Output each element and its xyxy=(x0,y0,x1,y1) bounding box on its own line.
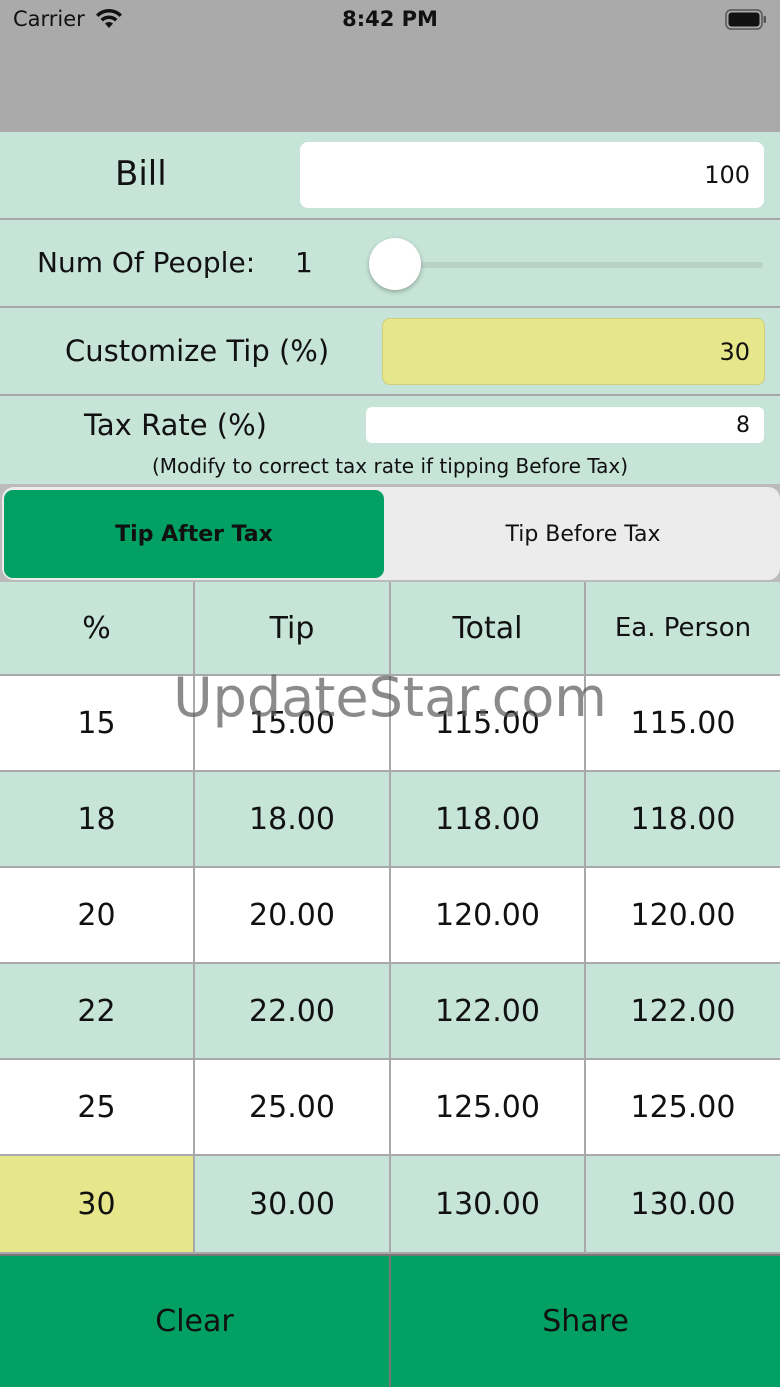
people-slider-track[interactable] xyxy=(395,262,763,268)
table-cell-each-person: 120.00 xyxy=(586,868,780,962)
table-cell-each-person: 115.00 xyxy=(586,676,780,770)
table-cell-percent[interactable]: 15 xyxy=(0,676,193,770)
bottom-toolbar: Clear Share xyxy=(0,1254,780,1387)
table-cell-total: 125.00 xyxy=(391,1060,584,1154)
table-cell-percent[interactable]: 25 xyxy=(0,1060,193,1154)
table-cell-tip: 15.00 xyxy=(195,676,389,770)
tax-note: (Modify to correct tax rate if tipping B… xyxy=(151,454,629,478)
table-cell-each-person: 130.00 xyxy=(586,1156,780,1252)
tip-table: % Tip Total Ea. Person 15 15.00 115.00 1… xyxy=(0,582,780,1254)
people-row: Num Of People: 1 xyxy=(0,220,780,308)
table-cell-each-person: 125.00 xyxy=(586,1060,780,1154)
table-cell-tip: 20.00 xyxy=(195,868,389,962)
table-cell-each-person: 118.00 xyxy=(586,772,780,866)
custom-tip-row: Customize Tip (%) xyxy=(0,308,780,396)
custom-tip-label: Customize Tip (%) xyxy=(65,334,330,368)
people-count: 1 xyxy=(295,246,313,279)
header-percent: % xyxy=(0,582,193,674)
table-cell-total: 130.00 xyxy=(391,1156,584,1252)
navigation-bar: Carrier 8:42 PM xyxy=(0,0,780,132)
tip-after-tax-segment[interactable]: Tip After Tax xyxy=(4,490,384,578)
table-cell-total: 115.00 xyxy=(391,676,584,770)
tip-before-tax-segment[interactable]: Tip Before Tax xyxy=(388,490,778,578)
custom-tip-input[interactable] xyxy=(382,318,765,385)
table-cell-total: 122.00 xyxy=(391,964,584,1058)
table-cell-percent[interactable]: 18 xyxy=(0,772,193,866)
tip-mode-segment-container: Tip After Tax Tip Before Tax xyxy=(0,484,780,582)
header-each-person: Ea. Person xyxy=(586,582,780,674)
table-cell-total: 118.00 xyxy=(391,772,584,866)
table-cell-tip: 25.00 xyxy=(195,1060,389,1154)
status-time: 8:42 PM xyxy=(342,7,438,31)
battery-icon xyxy=(725,9,766,30)
table-cell-tip: 22.00 xyxy=(195,964,389,1058)
bill-input[interactable] xyxy=(300,142,764,208)
table-cell-tip: 18.00 xyxy=(195,772,389,866)
tax-input[interactable] xyxy=(366,407,764,443)
people-label: Num Of People: xyxy=(37,246,256,279)
header-total: Total xyxy=(391,582,584,674)
table-cell-percent-selected[interactable]: 30 xyxy=(0,1156,193,1252)
bill-row: Bill xyxy=(0,132,780,220)
tax-label: Tax Rate (%) xyxy=(84,408,267,442)
header-tip: Tip xyxy=(195,582,389,674)
table-cell-tip: 30.00 xyxy=(195,1156,389,1252)
tip-mode-segmented-control: Tip After Tax Tip Before Tax xyxy=(2,487,780,580)
table-cell-each-person: 122.00 xyxy=(586,964,780,1058)
bill-label: Bill xyxy=(115,154,167,194)
people-slider-thumb[interactable] xyxy=(369,238,421,290)
table-cell-percent[interactable]: 20 xyxy=(0,868,193,962)
status-bar: Carrier 8:42 PM xyxy=(0,0,780,40)
clear-button[interactable]: Clear xyxy=(0,1256,389,1387)
share-button[interactable]: Share xyxy=(391,1256,780,1387)
tax-row: Tax Rate (%) (Modify to correct tax rate… xyxy=(0,396,780,484)
table-cell-percent[interactable]: 22 xyxy=(0,964,193,1058)
table-cell-total: 120.00 xyxy=(391,868,584,962)
